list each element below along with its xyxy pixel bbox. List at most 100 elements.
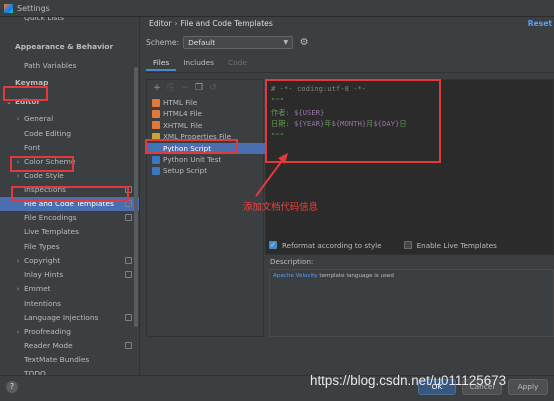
live-templates-checkbox[interactable] [403, 241, 412, 249]
sidebar-item-label: General [24, 114, 54, 123]
sidebar-item-label: Appearance & Behavior [15, 42, 114, 51]
template-list-item[interactable]: Setup Script [147, 165, 265, 176]
sidebar-item-label: Color Scheme [24, 157, 76, 166]
sidebar-item[interactable]: › General [0, 112, 139, 126]
template-list-item[interactable]: HTML File [147, 97, 265, 108]
template-list-item[interactable]: XML Properties File [147, 131, 265, 142]
chevron-right-icon[interactable]: › [14, 282, 22, 296]
sidebar-item-label: TextMate Bundles [24, 355, 90, 364]
project-scope-icon [125, 257, 132, 264]
sidebar-item[interactable]: ⌄ Editor [0, 95, 139, 109]
template-list-item[interactable]: Python Unit Test [147, 154, 265, 165]
sidebar-item[interactable]: File Types [0, 240, 139, 254]
sidebar-item[interactable]: Intentions [0, 297, 139, 311]
sidebar-item[interactable]: TextMate Bundles [0, 353, 139, 367]
velocity-link[interactable]: Apache Velocity [273, 273, 318, 279]
sidebar-item[interactable]: › Emmet [0, 282, 139, 296]
file-type-icon [152, 98, 160, 107]
window-title: Settings [17, 3, 50, 13]
sidebar-item-label: TODO [24, 369, 46, 375]
template-list-item[interactable]: HTML4 File [147, 108, 265, 119]
file-type-icon [152, 110, 160, 119]
sidebar-item[interactable]: File Encodings [0, 211, 139, 225]
editor-code: # -*- coding:utf-8 -*- """ 作者: ${USER} 日期: … [271, 83, 548, 142]
sidebar-item[interactable]: Code Editing [0, 127, 139, 141]
template-list-item-label: Python Script [163, 143, 212, 153]
breadcrumb-current: File and Code Templates [180, 19, 273, 28]
remove-icon[interactable]: − [179, 82, 191, 94]
live-templates-label: Enable Live Templates [416, 240, 497, 250]
chevron-down-icon[interactable]: ⌄ [5, 95, 13, 109]
project-scope-icon [125, 271, 132, 278]
code-token: 日 [399, 119, 407, 129]
sidebar-item[interactable]: › Copyright [0, 254, 139, 268]
breadcrumb-separator: › [174, 19, 178, 28]
annotation-arrow [255, 153, 288, 197]
template-list-item-label: HTML4 File [163, 109, 202, 119]
template-list-item[interactable]: Python Script [147, 142, 265, 154]
tab-includes[interactable]: Includes [176, 57, 221, 71]
project-scope-icon [125, 342, 132, 349]
template-list-item-label: Setup Script [163, 166, 208, 176]
reset-link[interactable]: Reset [528, 19, 552, 28]
reformat-checkbox[interactable]: ✓ [269, 241, 277, 249]
sidebar-item[interactable]: › Color Scheme [0, 155, 139, 169]
sidebar-item[interactable]: Inlay Hints [0, 268, 139, 282]
add-icon[interactable]: + [151, 82, 163, 94]
sidebar-item[interactable]: Reader Mode [0, 339, 139, 353]
description-text: template language is used [317, 273, 394, 279]
apply-button[interactable]: Apply [508, 379, 548, 395]
sidebar-scrollbar[interactable] [134, 67, 138, 327]
breadcrumb-editor[interactable]: Editor [149, 19, 171, 28]
file-type-icon [152, 144, 160, 153]
project-scope-icon [125, 200, 132, 207]
tab-files[interactable]: Files [146, 57, 177, 71]
annotation-text: 添加文档代码信息 [243, 202, 319, 213]
sidebar-item-label: Code Editing [24, 129, 72, 138]
sidebar-item[interactable]: Path Variables [0, 59, 139, 73]
gear-icon[interactable]: ⚙ [299, 37, 309, 48]
project-scope-icon [125, 314, 132, 321]
reset-icon[interactable]: ↺ [207, 82, 219, 94]
sidebar-item[interactable]: TODO [0, 367, 139, 375]
scheme-dropdown[interactable]: Default ▼ [183, 36, 294, 49]
sidebar-item[interactable]: File and Code Templates [0, 197, 139, 211]
template-list-item[interactable]: XHTML File [147, 120, 265, 131]
sidebar-item[interactable]: Quick Lists [0, 17, 139, 25]
breadcrumb: Editor › File and Code Templates [149, 19, 273, 28]
tab-code: Code [227, 58, 247, 67]
code-token: ${YEAR} [294, 119, 325, 129]
sidebar-item[interactable]: › Code Style [0, 169, 139, 183]
chevron-right-icon[interactable]: › [14, 325, 22, 339]
sidebar-item-label: Inlay Hints [24, 270, 64, 279]
code-line: """ [271, 130, 548, 142]
file-type-icon [152, 167, 160, 176]
sidebar-item[interactable]: › Proofreading [0, 325, 139, 339]
code-line: 日期: ${YEAR}年${MONTH}月${DAY}日 [271, 118, 548, 130]
chevron-right-icon[interactable]: › [14, 112, 22, 126]
sidebar-item[interactable]: Live Templates [0, 225, 139, 239]
sidebar-item[interactable]: Inspections [0, 183, 139, 197]
copy-template-icon[interactable]: ⎘ [165, 82, 177, 94]
sidebar-item[interactable]: Keymap [0, 76, 139, 90]
template-options: ✓ Reformat according to style Enable Liv… [269, 238, 554, 252]
sidebar-item-label: Editor [15, 97, 41, 106]
scheme-label: Scheme: [146, 38, 180, 47]
sidebar-item-label: File and Code Templates [24, 199, 114, 208]
sidebar-item[interactable]: Language Injections [0, 311, 139, 325]
template-list-item-label: HTML File [163, 98, 198, 107]
sidebar-item[interactable]: Appearance & Behavior [0, 40, 139, 54]
code-token: 日期: [271, 119, 295, 129]
code-token: ${USER} [294, 107, 325, 117]
pycharm-logo-icon [4, 3, 13, 13]
template-editor[interactable]: # -*- coding:utf-8 -*- """ 作者: ${USER} 日期: … [265, 79, 554, 255]
help-button[interactable]: ? [6, 381, 18, 393]
chevron-right-icon[interactable]: › [14, 155, 22, 169]
chevron-right-icon[interactable]: › [14, 169, 22, 183]
chevron-right-icon[interactable]: › [14, 254, 22, 268]
reformat-label: Reformat according to style [282, 240, 382, 250]
template-tabs: Files Includes Code [146, 57, 254, 71]
duplicate-icon[interactable]: ❐ [193, 82, 205, 94]
sidebar-item-label: Proofreading [24, 327, 71, 336]
sidebar-item[interactable]: Font [0, 141, 139, 155]
